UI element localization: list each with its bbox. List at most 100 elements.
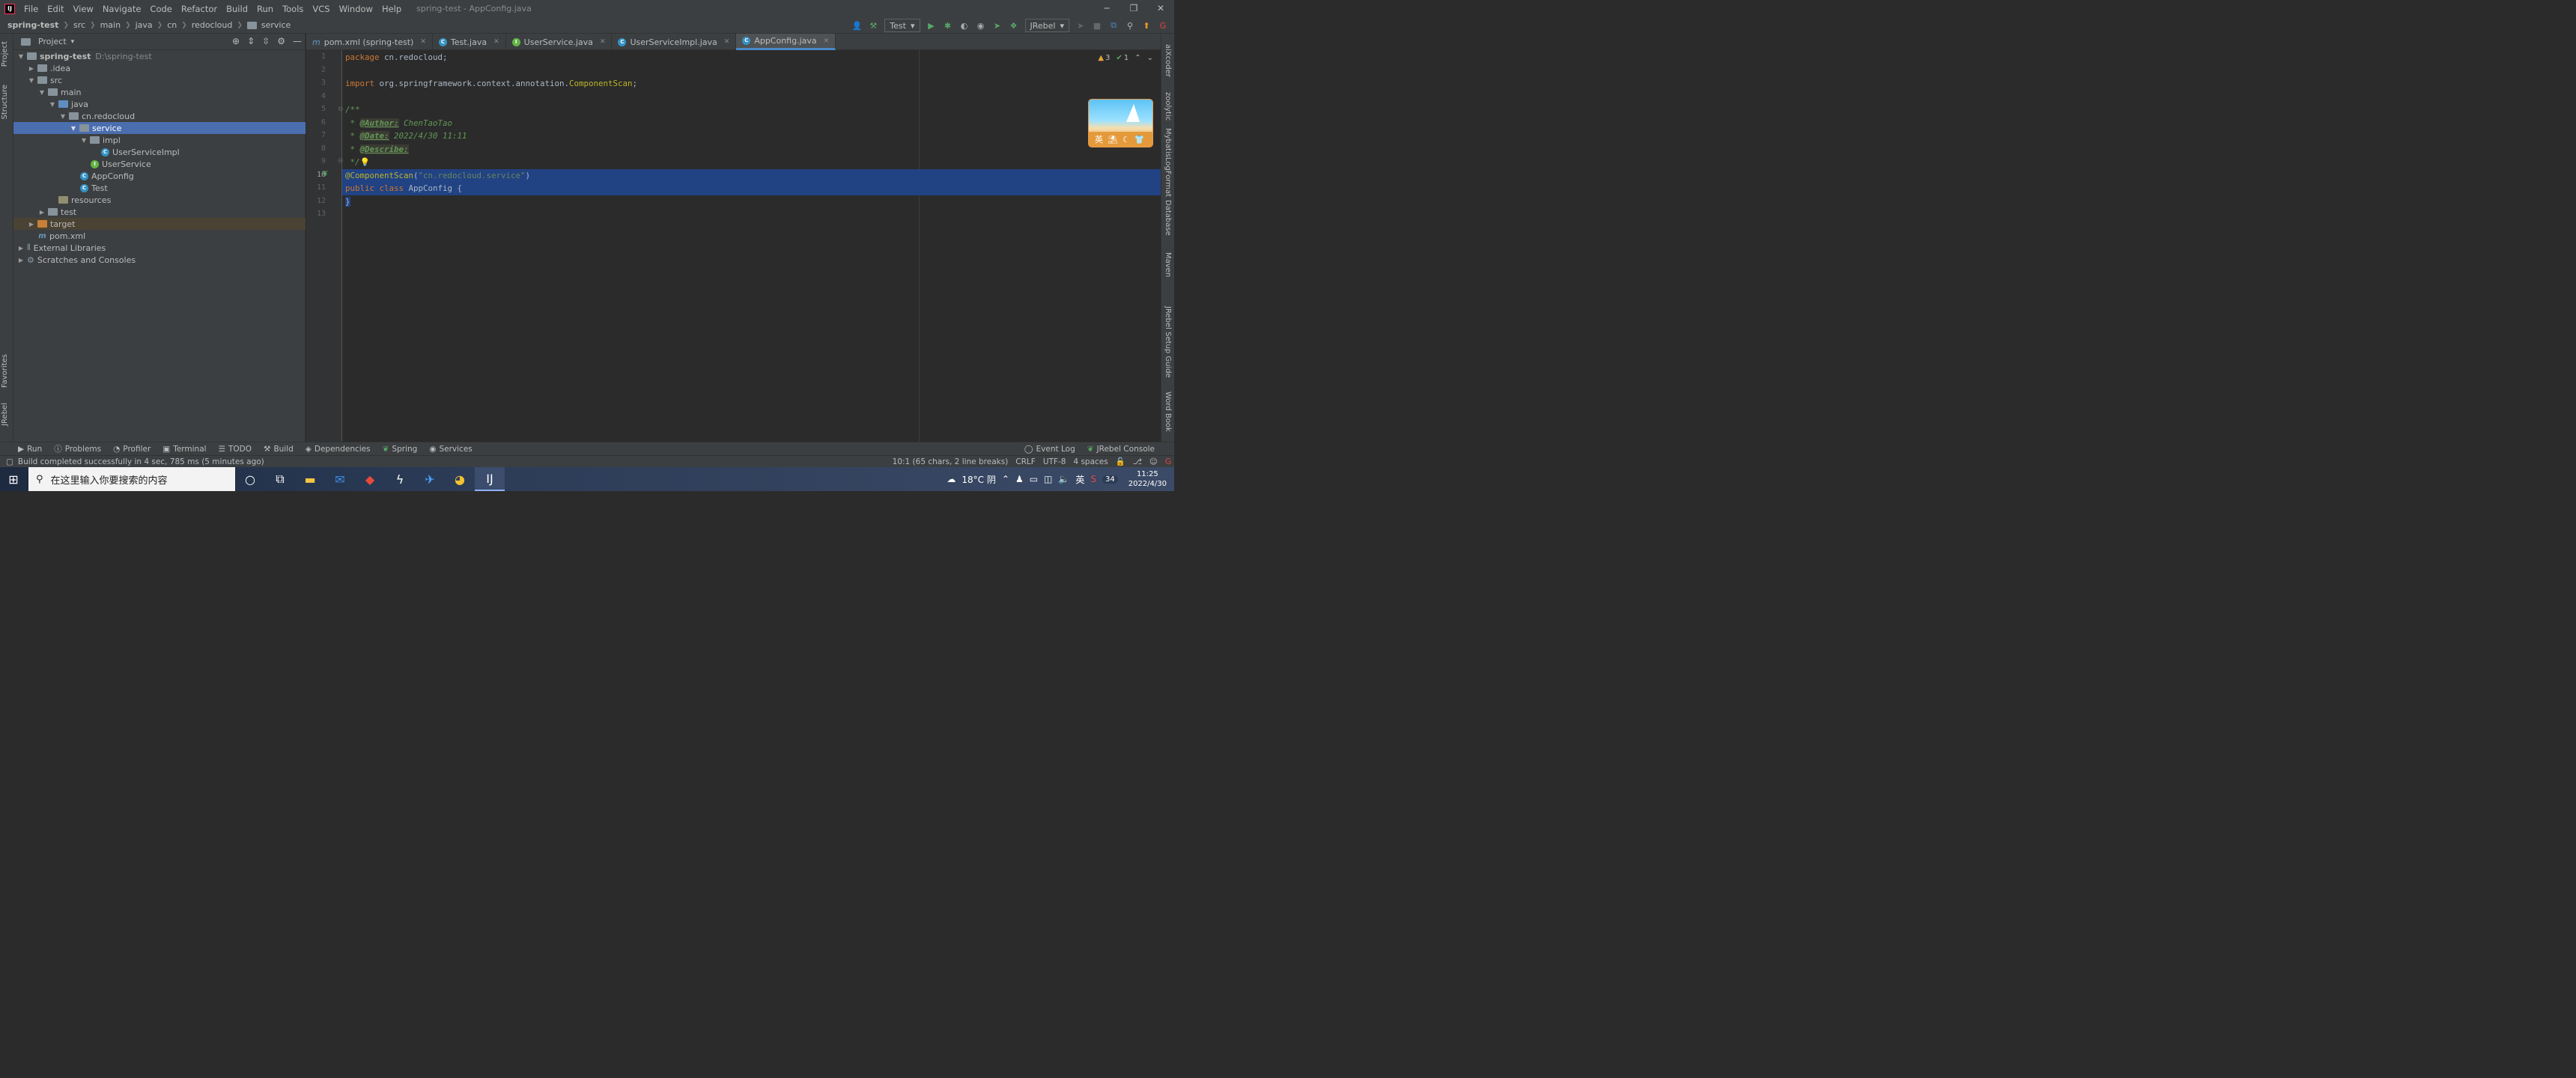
close-tab-icon[interactable]: ✕ — [600, 38, 606, 46]
project-title[interactable]: Project — [38, 37, 67, 46]
tool-structure-tab[interactable]: Structure — [1, 85, 9, 120]
close-tab-icon[interactable]: ✕ — [420, 38, 426, 46]
breadcrumb-main[interactable]: main — [99, 20, 122, 30]
jrebel-select[interactable]: JRebel ▾ — [1024, 19, 1069, 32]
lightbulb-icon[interactable]: 💡 — [360, 157, 370, 167]
spring-bean-icon[interactable]: ❦ — [322, 170, 328, 178]
weather-text[interactable]: 18°C 阴 — [962, 473, 995, 486]
jrebel-debug-icon[interactable]: ❖ — [1009, 20, 1019, 31]
stop-icon[interactable]: ■ — [1092, 20, 1102, 31]
tree-item-spring-test[interactable]: ▼ spring-test D:\spring-test — [13, 50, 306, 62]
menu-help[interactable]: Help — [377, 4, 406, 14]
tree-item-userserviceimpl[interactable]: C UserServiceImpl — [13, 146, 306, 158]
chrome-icon[interactable]: ◕ — [445, 467, 475, 491]
menu-file[interactable]: File — [19, 4, 43, 14]
chevron-right-icon[interactable]: ▶ — [27, 221, 36, 228]
close-tab-icon[interactable]: ✕ — [824, 37, 830, 45]
chevron-right-icon[interactable]: ▶ — [37, 209, 46, 216]
tool-aixcoder-tab[interactable]: aiXcoder — [1164, 44, 1172, 77]
restore-icon[interactable]: ❐ — [1120, 0, 1147, 17]
tab-userserviceimpl-java[interactable]: C UserServiceImpl.java ✕ — [612, 34, 737, 50]
menu-vcs[interactable]: VCS — [308, 4, 334, 14]
tree-item-impl[interactable]: ▼ impl — [13, 134, 306, 146]
tool-run[interactable]: ▶ Run — [0, 445, 48, 454]
tool-todo[interactable]: ☰ TODO — [213, 445, 258, 454]
menu-edit[interactable]: Edit — [43, 4, 68, 14]
chevron-right-icon[interactable]: ▶ — [27, 65, 36, 72]
chevron-right-icon[interactable]: ▶ — [16, 257, 25, 264]
tab-test-java[interactable]: C Test.java ✕ — [433, 34, 506, 50]
tree-item-main[interactable]: ▼ main — [13, 86, 306, 98]
tool-services[interactable]: ◉ Services — [423, 445, 478, 454]
tree-item-test[interactable]: C Test — [13, 182, 306, 194]
chevron-down-icon[interactable]: ▼ — [16, 53, 25, 60]
file-encoding[interactable]: UTF-8 — [1043, 457, 1066, 466]
tool-dependencies[interactable]: ◈ Dependencies — [300, 445, 377, 454]
tree-item-scratches[interactable]: ▶ ⚙ Scratches and Consoles — [13, 254, 306, 266]
menu-window[interactable]: Window — [335, 4, 377, 14]
menu-build[interactable]: Build — [222, 4, 252, 14]
menu-navigate[interactable]: Navigate — [98, 4, 146, 14]
tree-item-service[interactable]: ▼ service — [13, 122, 306, 134]
tree-item-java[interactable]: ▼ java — [13, 98, 306, 110]
file-explorer-icon[interactable]: ▬ — [295, 467, 325, 491]
line-separator[interactable]: CRLF — [1015, 457, 1036, 466]
minimize-icon[interactable]: ─ — [1093, 0, 1120, 17]
tool-jrebel-tab[interactable]: JRebel — [1, 403, 9, 426]
task-view-icon[interactable]: ⧉ — [265, 467, 295, 491]
close-tab-icon[interactable]: ✕ — [724, 38, 730, 46]
plugin-g-icon[interactable]: G — [1158, 20, 1168, 31]
tool-favorites-tab[interactable]: Favorites — [1, 354, 9, 388]
close-tab-icon[interactable]: ✕ — [493, 38, 499, 46]
debug-icon[interactable]: ✱ — [943, 20, 953, 31]
collapse-all-icon[interactable]: ⇳ — [262, 36, 270, 46]
tab-pom-xml[interactable]: m pom.xml (spring-test) ✕ — [306, 34, 433, 50]
tray-expand-icon[interactable]: ⌃ — [1002, 474, 1009, 484]
tool-jrebel-console[interactable]: ❦ JRebel Console — [1081, 445, 1161, 454]
chevron-right-icon[interactable]: ▶ — [16, 245, 25, 252]
taskbar-search[interactable]: ⚲ 在这里输入你要搜索的内容 — [28, 467, 235, 491]
plugin-g-icon[interactable]: G — [1165, 457, 1171, 466]
tree-item-pom[interactable]: m pom.xml — [13, 230, 306, 242]
app-lightning-icon[interactable]: ϟ — [385, 467, 415, 491]
intellij-taskbar-icon[interactable]: IJ — [475, 467, 505, 491]
battery-icon[interactable]: ▭ — [1030, 474, 1038, 484]
sogou-icon[interactable]: S — [1090, 474, 1096, 484]
run-icon[interactable]: ▶ — [926, 20, 937, 31]
tab-userservice-java[interactable]: I UserService.java ✕ — [506, 34, 613, 50]
tree-item-appconfig[interactable]: C AppConfig — [13, 170, 306, 182]
tool-mybatis-tab[interactable]: MybatisLogFormat — [1164, 128, 1172, 197]
breadcrumb-src[interactable]: src — [72, 20, 87, 30]
search-icon[interactable]: ⚲ — [1125, 20, 1135, 31]
status-message[interactable]: Build completed successfully in 4 sec, 7… — [18, 457, 264, 466]
update-icon[interactable]: ⬆ — [1141, 20, 1152, 31]
jrebel-run-icon[interactable]: ➤ — [992, 20, 1003, 31]
cortana-icon[interactable]: ○ — [235, 467, 265, 491]
tool-problems[interactable]: ⓘ Problems — [48, 443, 107, 454]
windows-start-icon[interactable]: ⊞ — [0, 467, 27, 491]
ime-indicator[interactable]: 英 — [1075, 473, 1084, 486]
menu-code[interactable]: Code — [145, 4, 176, 14]
tool-spring[interactable]: ❦ Spring — [377, 445, 424, 454]
translate-widget-image[interactable]: 英 ⛱ ☾ 👕 — [1088, 99, 1153, 147]
weather-cloud-icon[interactable]: ☁ — [947, 474, 956, 484]
breadcrumb-cn[interactable]: cn — [165, 20, 178, 30]
chevron-down-icon[interactable]: ▼ — [69, 125, 78, 132]
tree-item-external-libraries[interactable]: ▶ ⫴ External Libraries — [13, 242, 306, 254]
tool-build[interactable]: ⚒ Build — [258, 445, 300, 454]
tree-item-src[interactable]: ▼ src — [13, 74, 306, 86]
tree-item-resources[interactable]: resources — [13, 194, 306, 206]
tool-jrebel-guide-tab[interactable]: JRebel Setup Guide — [1164, 306, 1172, 378]
code-editor[interactable]: 1 2 3 4 5 6 7 8 9 10 11 12 13 ⊖ ⊖ ❦ ▲ 3 ✔… — [306, 50, 1161, 442]
gear-icon[interactable]: ⚙ — [277, 36, 285, 46]
editor-gutter[interactable]: 1 2 3 4 5 6 7 8 9 10 11 12 13 ⊖ ⊖ ❦ — [306, 50, 344, 442]
build-hammer-icon[interactable]: ⚒ — [868, 20, 878, 31]
tool-event-log[interactable]: ◯ Event Log — [1018, 445, 1081, 454]
inspector-icon[interactable]: ☺ — [1149, 457, 1158, 466]
menu-run[interactable]: Run — [252, 4, 278, 14]
menu-refactor[interactable]: Refactor — [177, 4, 222, 14]
breadcrumb-java[interactable]: java — [134, 20, 154, 30]
tool-profiler[interactable]: ◔ Profiler — [107, 445, 157, 454]
locate-icon[interactable]: ⊕ — [232, 36, 240, 46]
user-icon[interactable]: 👤 — [851, 20, 862, 31]
